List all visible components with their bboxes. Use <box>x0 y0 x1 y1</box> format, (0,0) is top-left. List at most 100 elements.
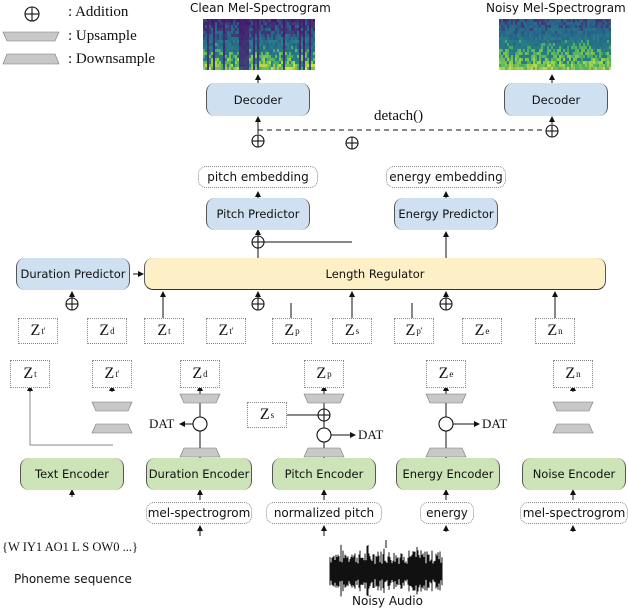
spectrogram-cell <box>255 67 258 70</box>
spectrogram-cell <box>535 25 538 29</box>
spectrogram-cell <box>509 46 512 50</box>
spectrogram-cell <box>515 28 518 32</box>
spectrogram-cell <box>237 58 240 62</box>
spectrogram-cell <box>607 46 610 50</box>
legend-downsample-label: : Downsample <box>68 51 156 67</box>
spectrogram-cell <box>233 67 236 70</box>
spectrogram-cell <box>515 67 518 70</box>
spectrogram-cell <box>305 28 308 32</box>
spectrogram-cell <box>559 49 562 53</box>
spectrogram-cell <box>605 55 608 59</box>
spectrogram-cell <box>501 19 504 23</box>
spectrogram-cell <box>577 49 580 53</box>
spectrogram-cell <box>225 22 228 26</box>
spectrogram-cell <box>261 19 264 23</box>
spectrogram-cell <box>247 61 250 65</box>
spectrogram-cell <box>519 67 522 70</box>
spectrogram-cell <box>525 52 528 56</box>
spectrogram-cell <box>257 55 260 59</box>
spectrogram-cell <box>593 58 596 62</box>
encoder-output-latent-box: Zd <box>180 360 220 388</box>
spectrogram-cell <box>219 46 222 50</box>
spectrogram-cell <box>549 31 552 35</box>
spectrogram-cell <box>277 61 280 65</box>
spectrogram-cell <box>589 67 592 70</box>
spectrogram-cell <box>549 67 552 70</box>
spectrogram-cell <box>285 40 288 44</box>
spectrogram-cell <box>583 22 586 26</box>
spectrogram-cell <box>205 67 208 70</box>
spectrogram-cell <box>265 28 268 32</box>
spectrogram-cell <box>521 61 524 65</box>
spectrogram-cell <box>525 58 528 62</box>
spectrogram-cell <box>563 43 566 47</box>
spectrogram-cell <box>521 52 524 56</box>
spectrogram-cell <box>585 67 588 70</box>
pitch-encoder: Pitch Encoder <box>272 458 376 490</box>
spectrogram-cell <box>529 22 532 26</box>
spectrogram-cell <box>545 34 548 38</box>
spectrogram-cell <box>251 22 254 26</box>
spectrogram-cell <box>571 52 574 56</box>
spectrogram-cell <box>263 43 266 47</box>
spectrogram-cell <box>251 34 254 38</box>
spectrogram-cell <box>529 52 532 56</box>
spectrogram-cell <box>261 55 264 59</box>
spectrogram-cell <box>503 19 506 23</box>
spectrogram-cell <box>251 31 254 35</box>
spectrogram-cell <box>273 34 276 38</box>
spectrogram-cell <box>559 61 562 65</box>
spectrogram-cell <box>247 58 250 62</box>
spectrogram-cell <box>557 40 560 44</box>
spectrogram-cell <box>269 64 272 68</box>
spectrogram-cell <box>239 34 242 38</box>
spectrogram-cell <box>283 46 286 50</box>
spectrogram-cell <box>541 46 544 50</box>
spectrogram-cell <box>211 46 214 50</box>
spectrogram-cell <box>577 67 580 70</box>
spectrogram-cell <box>269 34 272 38</box>
spectrogram-cell <box>609 25 611 29</box>
spectrogram-cell <box>585 61 588 65</box>
spectrogram-cell <box>535 55 538 59</box>
spectrogram-cell <box>301 52 304 56</box>
spectrogram-cell <box>609 34 611 38</box>
spectrogram-cell <box>581 40 584 44</box>
spectrogram-cell <box>551 28 554 32</box>
spectrogram-cell <box>529 25 532 29</box>
spectrogram-cell <box>255 64 258 68</box>
spectrogram-cell <box>543 25 546 29</box>
spectrogram-cell <box>599 40 602 44</box>
spectrogram-cell <box>309 61 312 65</box>
spectrogram-cell <box>577 55 580 59</box>
spectrogram-cell <box>235 64 238 68</box>
spectrogram-cell <box>295 49 298 53</box>
spectrogram-cell <box>209 22 212 26</box>
spectrogram-cell <box>509 61 512 65</box>
spectrogram-cell <box>209 25 212 29</box>
spectrogram-cell <box>313 28 315 32</box>
spectrogram-cell <box>271 22 274 26</box>
spectrogram-cell <box>517 43 520 47</box>
spectrogram-cell <box>299 40 302 44</box>
spectrogram-cell <box>571 55 574 59</box>
spectrogram-cell <box>601 19 604 23</box>
spectrogram-cell <box>603 46 606 50</box>
clean-mel-spectrogram-image <box>203 19 315 70</box>
spectrogram-cell <box>601 40 604 44</box>
spectrogram-cell <box>281 49 284 53</box>
spectrogram-cell <box>227 28 230 32</box>
spectrogram-cell <box>507 28 510 32</box>
spectrogram-cell <box>549 55 552 59</box>
spectrogram-cell <box>257 61 260 65</box>
spectrogram-cell <box>557 58 560 62</box>
spectrogram-cell <box>499 25 502 29</box>
spectrogram-cell <box>609 43 611 47</box>
spectrogram-cell <box>529 67 532 70</box>
spectrogram-cell <box>499 34 502 38</box>
spectrogram-cell <box>263 61 266 65</box>
spectrogram-cell <box>535 28 538 32</box>
spectrogram-cell <box>587 49 590 53</box>
spectrogram-cell <box>533 64 536 68</box>
latent-subscript: t' <box>41 326 46 336</box>
